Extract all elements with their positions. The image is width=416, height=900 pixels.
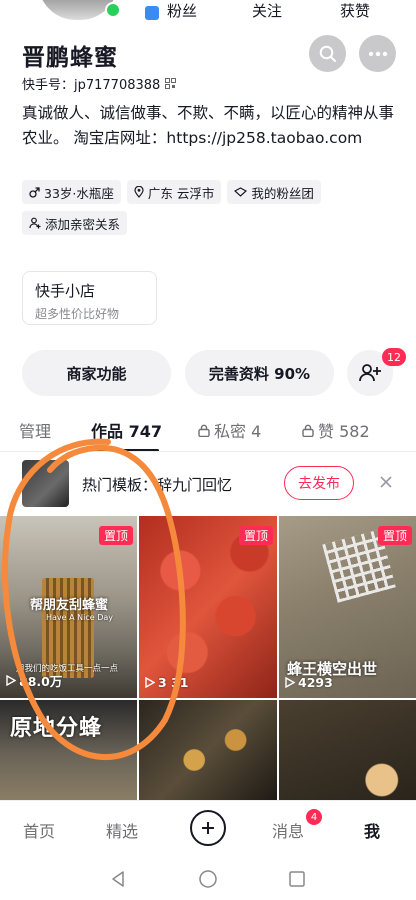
nav-me[interactable]: 我 — [364, 818, 380, 842]
more-button[interactable] — [359, 35, 396, 72]
video-card[interactable] — [139, 700, 277, 800]
app-badge-icon — [145, 6, 159, 20]
nav-featured[interactable]: 精选 — [106, 818, 138, 842]
pinned-badge: 置顶 — [238, 526, 273, 545]
search-button[interactable] — [309, 35, 346, 72]
template-thumbnail[interactable] — [22, 460, 69, 507]
play-icon — [285, 677, 295, 688]
play-count: 4293 — [285, 675, 333, 690]
video-overlay-subtitle: Have A Nice Day — [46, 613, 113, 622]
add-intimate-relation-button[interactable]: 添加亲密关系 — [22, 211, 128, 235]
shop-card[interactable]: 快手小店 超多性价比好物 — [22, 271, 157, 325]
play-count: 88.0万 — [6, 671, 62, 690]
video-card[interactable] — [279, 700, 416, 800]
recents-icon[interactable] — [287, 869, 307, 889]
qr-code-icon — [165, 78, 177, 89]
relation-row: 添加亲密关系 — [22, 211, 128, 235]
nav-messages[interactable]: 消息 — [272, 818, 304, 842]
create-button[interactable] — [190, 810, 226, 846]
messages-badge: 4 — [306, 809, 322, 825]
stat-following-label[interactable]: 关注 — [252, 0, 282, 21]
complete-profile-button[interactable]: 完善资料 90% — [185, 350, 334, 396]
nav-home[interactable]: 首页 — [23, 818, 55, 842]
lock-icon — [198, 424, 210, 437]
back-icon[interactable] — [108, 869, 128, 889]
profile-tabs: 管理 作品 747 私密 4 赞 582 — [0, 413, 416, 452]
tag-location: 广东 云浮市 — [126, 180, 222, 204]
pinned-badge: 置顶 — [98, 526, 133, 545]
merchant-functions-button[interactable]: 商家功能 — [22, 350, 171, 396]
close-icon[interactable] — [376, 472, 396, 492]
location-icon — [134, 186, 144, 198]
home-icon[interactable] — [198, 869, 218, 889]
video-overlay-title: 帮朋友刮蜂蜜 — [30, 598, 109, 613]
profile-name: 晋鹏蜂蜜 — [22, 45, 118, 71]
tab-liked[interactable]: 赞 582 — [302, 418, 370, 442]
profile-tags: 33岁·水瓶座 广东 云浮市 我的粉丝团 — [22, 180, 321, 204]
fan-group-icon — [234, 187, 248, 197]
lock-icon — [302, 424, 314, 437]
search-icon — [319, 45, 336, 62]
stat-likes-label[interactable]: 获赞 — [340, 0, 370, 21]
tabs-divider — [0, 451, 416, 452]
video-card[interactable]: 原地分蜂 — [0, 700, 137, 800]
video-grid: 置顶 帮朋友刮蜂蜜 Have A Nice Day 用我们的吃饭工具一点一点 8… — [0, 516, 416, 800]
template-suggestion-bar: 热门模板：辞九门回忆 去发布 — [0, 455, 416, 513]
more-icon — [368, 51, 387, 56]
tab-works[interactable]: 作品 747 — [91, 418, 162, 442]
publish-button[interactable]: 去发布 — [284, 466, 354, 500]
kuaishou-id[interactable]: 快手号：jp717708388 — [22, 74, 177, 93]
play-icon — [6, 675, 16, 686]
tab-manage[interactable]: 管理 — [19, 418, 51, 442]
video-card[interactable]: 置顶 蜂王横空出世 4293 — [279, 516, 416, 698]
add-friend-icon — [359, 364, 381, 382]
friend-requests-badge: 12 — [382, 348, 406, 366]
tag-fan-group[interactable]: 我的粉丝团 — [227, 180, 321, 204]
tag-age: 33岁·水瓶座 — [22, 180, 121, 204]
kuaishou-id-text: 快手号：jp717708388 — [22, 78, 161, 93]
video-card[interactable]: 置顶 3 31 — [139, 516, 277, 698]
plus-icon — [202, 822, 214, 834]
pinned-badge: 置顶 — [377, 526, 412, 545]
add-person-icon — [29, 217, 41, 229]
profile-bio: 真诚做人、诚信做事、不欺、不瞒，以匠心的精神从事农业。 淘宝店网址：https:… — [22, 104, 395, 147]
video-card[interactable]: 置顶 帮朋友刮蜂蜜 Have A Nice Day 用我们的吃饭工具一点一点 8… — [0, 516, 137, 698]
video-overlay-title: 原地分蜂 — [10, 716, 103, 741]
play-icon — [145, 677, 155, 688]
play-count: 3 31 — [145, 675, 188, 690]
stat-fans-label[interactable]: 粉丝 — [167, 0, 197, 21]
online-status-icon — [105, 2, 121, 18]
top-strip: 粉丝 关注 获赞 — [0, 0, 416, 30]
template-text: 热门模板：辞九门回忆 — [82, 476, 233, 494]
system-navigation-bar — [0, 858, 416, 900]
tab-private[interactable]: 私密 4 — [198, 418, 261, 442]
shop-card-title: 快手小店 — [35, 282, 96, 300]
bottom-navigation: 首页 精选 消息 4 我 — [0, 800, 416, 858]
male-icon — [29, 186, 40, 198]
shop-card-subtitle: 超多性价比好物 — [35, 307, 120, 321]
